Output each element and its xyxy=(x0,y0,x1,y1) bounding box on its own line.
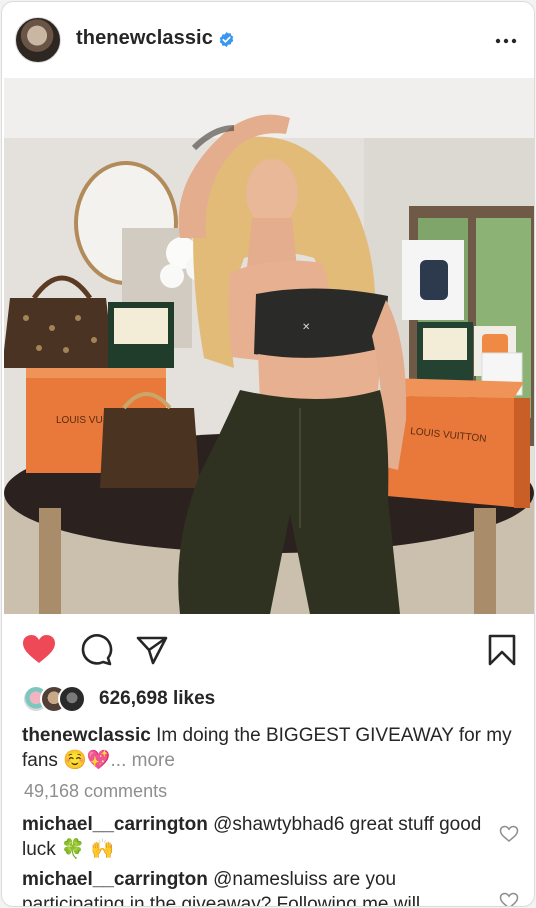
top-print: ✕ xyxy=(302,322,310,333)
post-photo-illustration: LOUIS VU LOUIS VUITTON ✕ xyxy=(4,78,534,614)
share-icon[interactable] xyxy=(134,632,170,668)
box-left-brand: LOUIS VU xyxy=(56,415,103,426)
comment-item: michael__carrington @shawtybhad6 great s… xyxy=(22,812,492,862)
post-photo[interactable]: LOUIS VU LOUIS VUITTON ✕ xyxy=(4,78,534,614)
likes-count[interactable]: 626,698 likes xyxy=(99,688,215,710)
heart-outline-icon[interactable] xyxy=(499,824,519,844)
comment-emojis: 🍀 🙌 xyxy=(61,838,115,860)
caption: thenewclassic Im doing the BIGGEST GIVEA… xyxy=(22,723,517,773)
heart-outline-icon[interactable] xyxy=(499,891,519,907)
view-comments-link[interactable]: 49,168 comments xyxy=(24,781,167,802)
more-options-icon[interactable] xyxy=(494,31,518,51)
liker-avatars[interactable] xyxy=(22,685,92,713)
comment-username[interactable]: michael__carrington xyxy=(22,814,208,835)
comment-icon[interactable] xyxy=(78,632,114,668)
liker-avatar xyxy=(58,685,86,713)
post-card: thenewclassic LOUIS VU LOUIS VUITTON ✕ 6… xyxy=(1,1,535,907)
caption-emojis: ☺️💖 xyxy=(63,749,111,771)
avatar[interactable] xyxy=(15,17,61,63)
comment-item: michael__carrington @namesluiss are you … xyxy=(22,867,492,906)
caption-more-link[interactable]: ... more xyxy=(111,750,175,771)
post-username[interactable]: thenewclassic xyxy=(76,27,213,50)
caption-username[interactable]: thenewclassic xyxy=(22,725,151,746)
heart-filled-icon[interactable] xyxy=(21,632,57,668)
post-header: thenewclassic xyxy=(2,2,534,78)
bookmark-icon[interactable] xyxy=(484,632,520,668)
verified-badge-icon xyxy=(219,32,234,47)
comment-username[interactable]: michael__carrington xyxy=(22,869,208,890)
